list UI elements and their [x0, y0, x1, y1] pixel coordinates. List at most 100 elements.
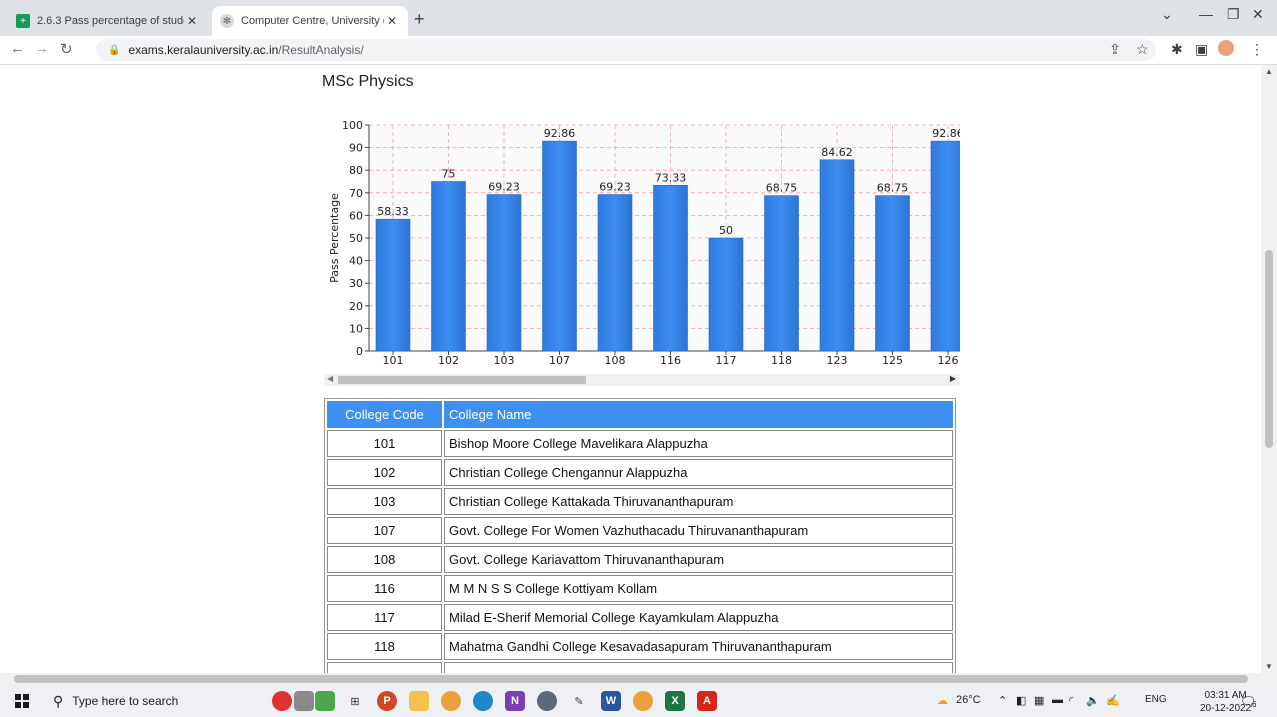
input-language[interactable]: ENG [1145, 694, 1167, 705]
chrome-profile-icon[interactable] [633, 691, 653, 711]
share-icon[interactable]: ⇪ [1109, 41, 1121, 58]
show-hidden-icons-chevron-icon[interactable]: ⌃ [998, 694, 1007, 707]
scroll-up-icon[interactable]: ▲ [1265, 67, 1273, 76]
new-tab-button[interactable]: + [414, 9, 425, 30]
extensions-puzzle-icon[interactable]: ✱ [1171, 41, 1183, 58]
file-explorer-icon[interactable] [409, 691, 429, 711]
back-arrow-icon[interactable]: ← [10, 40, 25, 57]
x-tick-label: 101 [383, 354, 404, 367]
y-tick-label: 70 [349, 187, 363, 200]
pen-app-icon[interactable]: ✎ [569, 691, 589, 711]
scrollbar-thumb[interactable] [338, 376, 586, 384]
tab-close-icon[interactable]: ✕ [184, 14, 200, 28]
weather-icon[interactable]: ☁ [937, 694, 948, 707]
college-name-cell: Govt. College Kariavattom Thiruvananthap… [444, 546, 953, 573]
college-name-cell [444, 662, 953, 673]
bar-value-label: 69.23 [599, 181, 631, 194]
bar-102 [431, 181, 466, 352]
y-tick-label: 80 [349, 164, 363, 177]
x-tick-label: 103 [494, 354, 515, 367]
luggage-icon[interactable] [294, 691, 314, 711]
pass-percentage-chart: 0 10 20 30 40 50 60 70 80 90 100 Pass Percentage 58.… [324, 117, 960, 367]
acrobat-icon[interactable]: A [697, 691, 717, 711]
onenote-icon[interactable]: N [505, 691, 525, 711]
pen-workspace-icon[interactable]: ✍ [1106, 694, 1120, 707]
tab-search-chevron-icon[interactable]: ⌄ [1161, 6, 1173, 23]
tab-title: Computer Centre, University of K [241, 15, 384, 27]
college-code-cell: 108 [327, 546, 442, 573]
maximize-icon[interactable]: ❐ [1227, 6, 1240, 23]
search-icon: ⚲ [53, 692, 64, 709]
profile-avatar[interactable] [1218, 40, 1234, 56]
college-name-cell: Christian College Kattakada Thiruvananth… [444, 488, 953, 515]
y-tick-label: 40 [349, 255, 363, 268]
bar-value-label: 69.23 [488, 181, 520, 194]
college-code-cell: 116 [327, 575, 442, 602]
url-text[interactable]: exams.keralauniversity.ac.in/ResultAnaly… [128, 43, 363, 57]
windows-start-icon[interactable] [15, 694, 29, 708]
taskbar-search-box[interactable]: ⚲ Type here to search [47, 689, 247, 713]
bar-107 [542, 140, 577, 352]
address-bar[interactable]: 🔒 exams.keralauniversity.ac.in/ResultAna… [96, 39, 1156, 61]
side-panel-icon[interactable]: ▣ [1195, 41, 1208, 58]
word-icon[interactable]: W [601, 691, 621, 711]
app-icon[interactable] [537, 691, 557, 711]
chrome-icon[interactable] [441, 691, 461, 711]
scroll-down-icon[interactable]: ▼ [1265, 662, 1273, 671]
y-tick-label: 60 [349, 209, 363, 222]
y-tick-label: 10 [349, 322, 363, 335]
forward-arrow-icon[interactable]: → [34, 40, 49, 57]
tree-icon[interactable] [315, 691, 335, 711]
minimize-icon[interactable]: — [1199, 6, 1213, 22]
battery-icon[interactable]: ▬ [1052, 694, 1063, 706]
notification-count: 6 [1252, 700, 1257, 709]
edge-icon[interactable] [473, 691, 493, 711]
task-view-icon[interactable]: ⊞ [345, 691, 365, 711]
table-row: 118 Mahatma Gandhi College Kesavadasapura… [327, 633, 953, 660]
powerpoint-icon[interactable]: P [377, 691, 397, 711]
bar-103 [486, 194, 522, 352]
travel-widget-icon[interactable] [272, 691, 292, 711]
page-horizontal-scrollbar[interactable] [0, 673, 1277, 685]
bar-value-label: 73.33 [655, 171, 687, 184]
college-code-cell: 118 [327, 633, 442, 660]
tab-close-icon[interactable]: ✕ [384, 14, 400, 28]
bar-118 [764, 195, 799, 352]
bar-value-label: 75 [442, 168, 456, 181]
scrollbar-thumb[interactable] [1265, 250, 1273, 448]
scroll-right-icon[interactable]: ▶ [950, 374, 956, 383]
windows-taskbar: ⚲ Type here to search ⊞ P N ✎ W X A ☁ 26… [0, 685, 1277, 717]
y-tick-label: 0 [356, 345, 363, 358]
bar-117 [708, 237, 744, 352]
x-tick-label: 117 [716, 354, 737, 367]
lock-icon[interactable]: 🔒 [108, 45, 120, 56]
x-tick-label: 102 [438, 354, 459, 367]
wifi-icon[interactable]: ◜ [1069, 694, 1073, 707]
y-tick-label: 20 [349, 300, 363, 313]
tab-computer-centre[interactable]: ✻ Computer Centre, University of K ✕ [212, 6, 408, 36]
bar-126 [930, 140, 960, 352]
reload-icon[interactable]: ↻ [60, 40, 73, 58]
bar-value-label: 58.33 [377, 205, 409, 218]
meet-icon[interactable]: ▦ [1034, 694, 1044, 707]
scrollbar-thumb[interactable] [14, 675, 1248, 683]
bar-value-label: 50 [719, 224, 733, 237]
chart-horizontal-scrollbar[interactable]: ◀ ▶ [324, 374, 959, 386]
college-name-cell: Bishop Moore College Mavelikara Alappuzh… [444, 430, 953, 457]
browser-menu-icon[interactable]: ⋮ [1250, 41, 1264, 58]
close-window-icon[interactable]: ✕ [1252, 6, 1264, 23]
tray-app-icon[interactable]: ◧ [1016, 694, 1026, 707]
excel-icon[interactable]: X [665, 691, 685, 711]
tab-pass-percentage[interactable]: + 2.6.3 Pass percentage of student ✕ [8, 6, 208, 36]
bar-value-label: 92.86 [544, 127, 576, 140]
bookmark-star-icon[interactable]: ☆ [1136, 41, 1149, 58]
bar-125 [875, 195, 910, 352]
college-code-cell [327, 662, 442, 673]
page-vertical-scrollbar[interactable]: ▲ ▼ [1261, 65, 1277, 673]
weather-temperature[interactable]: 26°C [956, 694, 981, 706]
college-name-cell: Mahatma Gandhi College Kesavadasapuram T… [444, 633, 953, 660]
y-tick-label: 100 [342, 119, 363, 132]
college-code-cell: 117 [327, 604, 442, 631]
scroll-left-icon[interactable]: ◀ [327, 374, 333, 383]
volume-icon[interactable]: 🔈 [1086, 694, 1100, 707]
